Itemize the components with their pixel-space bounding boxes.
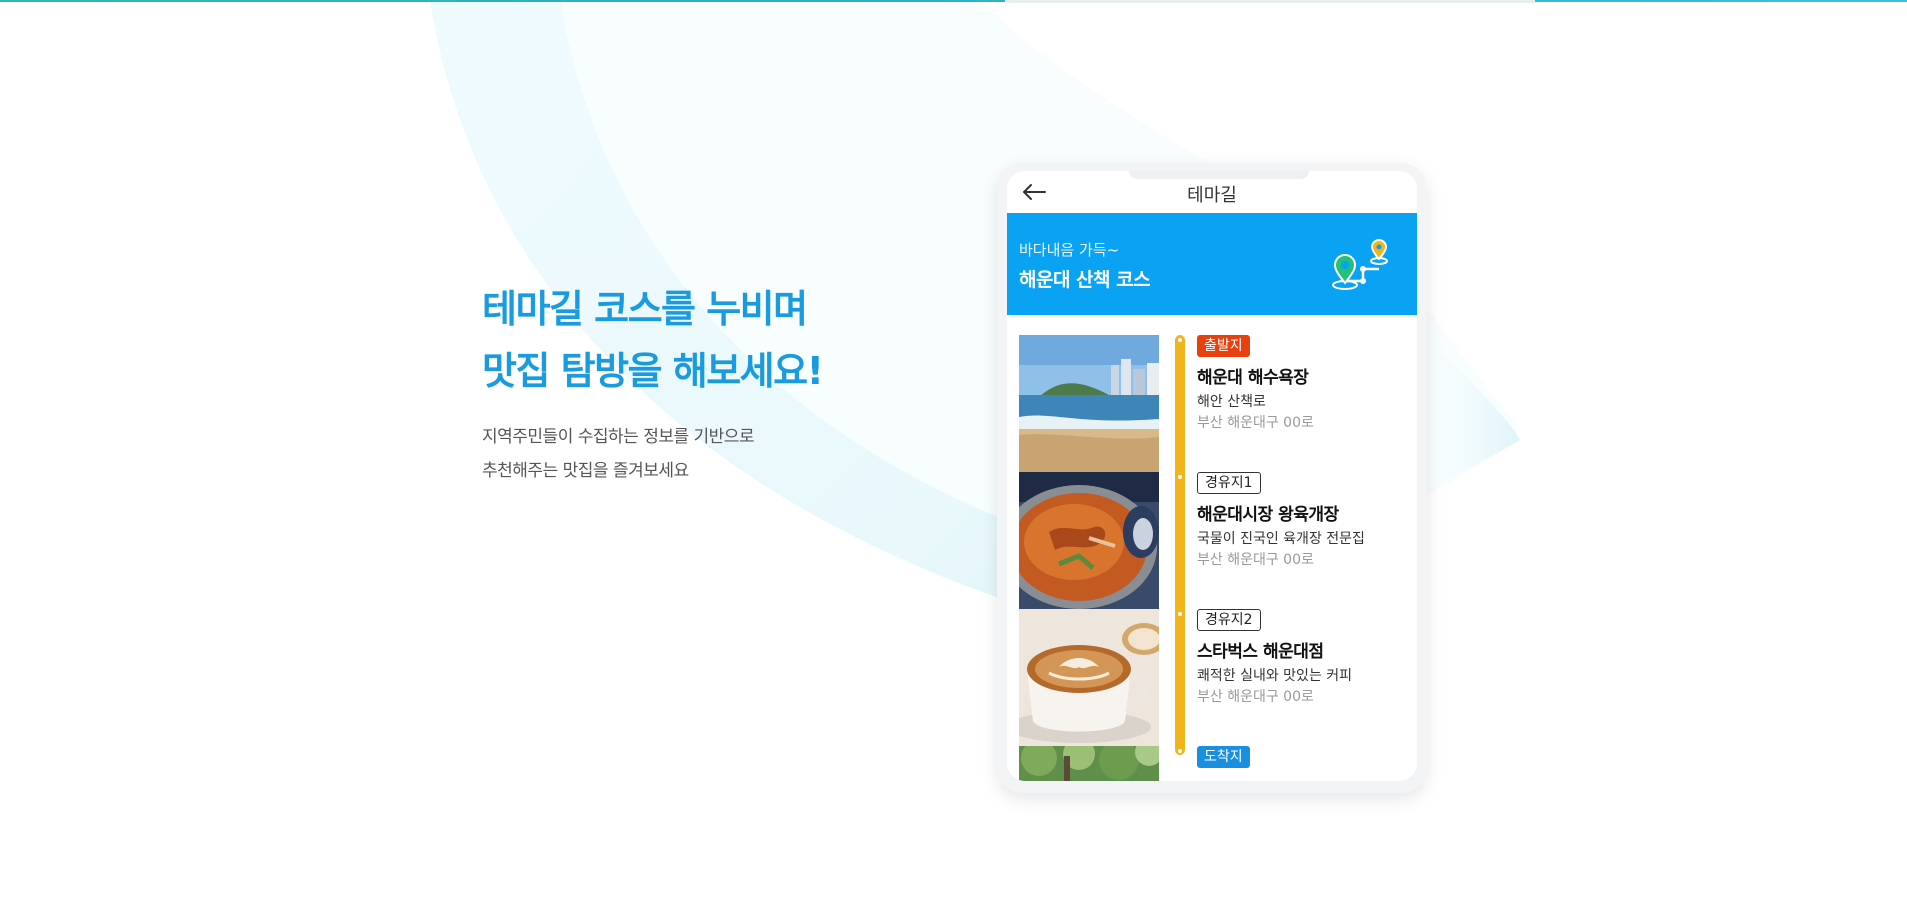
hero-title-line-1: 테마길 코스를 누비며 [482,287,808,331]
timeline-dot [1176,473,1184,481]
app-header: 테마길 [1007,171,1417,213]
route-map-icon [1332,239,1388,290]
stop-name: 해운대 해수욕장 [1197,368,1309,388]
hero-subtitle: 지역주민들이 수집하는 정보를 기반으로 추천해주는 맛집을 즐겨보세요 [482,420,882,488]
hero-title-line-2: 맛집 탐방을 해보세요! [482,349,824,393]
stop-description: 쾌적한 실내와 맛있는 커피 [1197,668,1353,684]
timeline-bar [1175,335,1185,755]
end-badge: 도착지 [1197,746,1250,768]
course-stop-via-1[interactable]: 경유지1 해운대시장 왕육개장 국물이 진국인 육개장 전문집 부산 해운대구 … [1197,472,1412,569]
via-badge: 경유지2 [1197,609,1261,631]
hero-subtitle-line-1: 지역주민들이 수집하는 정보를 기반으로 [482,427,755,447]
timeline-dot [1176,747,1184,755]
stop-name: 해운대시장 왕육개장 [1197,505,1339,525]
stop-description: 해안 산책로 [1197,394,1266,410]
background-swoosh [430,0,1520,600]
course-stop-via-2[interactable]: 경유지2 스타벅스 해운대점 쾌적한 실내와 맛있는 커피 부산 해운대구 00… [1197,609,1412,706]
phone-mockup: 테마길 바다내음 가득~ 해운대 산책 코스 출발지 해운대 해수욕장 해안 산… [997,163,1427,793]
course-timeline: 출발지 해운대 해수욕장 해안 산책로 부산 해운대구 00로 경유지1 해운대… [1007,315,1417,781]
hero-subtitle-line-2: 추천해주는 맛집을 즐겨보세요 [482,461,689,481]
top-strip [1005,0,1535,3]
beach-photo [1019,335,1159,472]
hero-title: 테마길 코스를 누비며 맛집 탐방을 해보세요! [482,278,882,402]
timeline-dot [1176,610,1184,618]
banner-title: 해운대 산책 코스 [1019,269,1151,291]
course-stop-end[interactable]: 도착지 [1197,746,1412,768]
background-decoration [0,0,1907,897]
stop-address: 부산 해운대구 00로 [1197,415,1314,431]
coffee-photo [1019,609,1159,746]
forest-photo [1019,746,1159,781]
header-title: 테마길 [1187,185,1237,206]
stop-address: 부산 해운대구 00로 [1197,689,1314,705]
stop-name: 스타벅스 해운대점 [1197,642,1324,662]
stop-description: 국물이 진국인 육개장 전문집 [1197,531,1365,547]
yukgaejang-photo [1019,472,1159,609]
timeline-dot [1176,336,1184,344]
via-badge: 경유지1 [1197,472,1261,494]
hero-section: 테마길 코스를 누비며 맛집 탐방을 해보세요! 지역주민들이 수집하는 정보를… [482,278,882,488]
banner-subtitle: 바다내음 가득~ [1019,241,1120,259]
phone-screen: 테마길 바다내음 가득~ 해운대 산책 코스 출발지 해운대 해수욕장 해안 산… [1007,171,1417,781]
course-banner: 바다내음 가득~ 해운대 산책 코스 [1007,213,1417,315]
start-badge: 출발지 [1197,335,1250,357]
top-accent-line [0,0,1907,2]
stop-address: 부산 해운대구 00로 [1197,552,1314,568]
course-stop-start[interactable]: 출발지 해운대 해수욕장 해안 산책로 부산 해운대구 00로 [1197,335,1412,432]
